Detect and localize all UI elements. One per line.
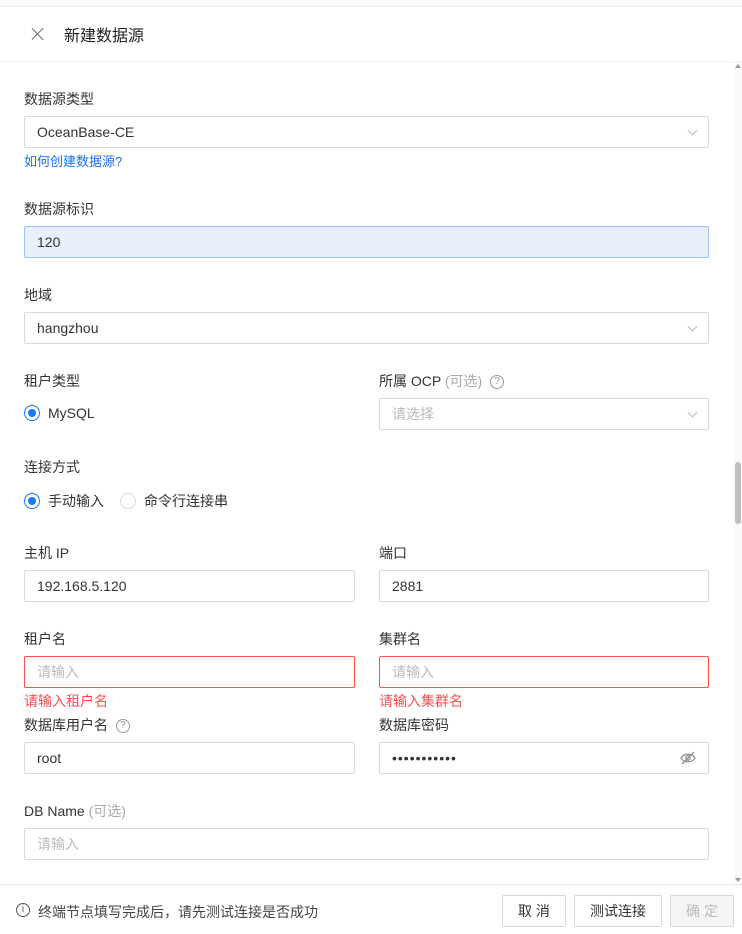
db-name-label-text: DB Name — [24, 803, 85, 819]
radio-dot — [120, 493, 136, 509]
ocp-select[interactable]: 请选择 — [379, 398, 709, 430]
cluster-name-input[interactable]: 请输入 — [379, 656, 709, 688]
region-select[interactable]: hangzhou — [24, 312, 709, 344]
ds-type-label: 数据源类型 — [24, 91, 94, 107]
cancel-button[interactable]: 取 消 — [502, 895, 566, 927]
db-user-label: 数据库用户名 ? — [24, 715, 130, 735]
db-name-optional: (可选) — [88, 803, 126, 819]
close-icon[interactable] — [28, 24, 48, 44]
radio-cmdline-label: 命令行连接串 — [144, 493, 228, 509]
db-password-input[interactable]: ••••••••••• — [379, 742, 709, 774]
question-circle-icon[interactable]: ? — [115, 719, 130, 734]
scrollbar[interactable] — [734, 62, 742, 884]
ds-id-label: 数据源标识 — [24, 201, 94, 217]
footer-tip: 终端节点填写完成后，请先测试连接是否成功 — [38, 904, 318, 920]
ocp-placeholder: 请选择 — [392, 406, 434, 422]
drawer-header: 新建数据源 — [0, 7, 742, 62]
test-connection-button[interactable]: 测试连接 — [574, 895, 662, 927]
radio-cmdline[interactable]: 命令行连接串 — [120, 491, 228, 511]
db-user-input[interactable]: root — [24, 742, 355, 774]
eye-invisible-icon[interactable] — [680, 751, 696, 765]
db-password-value: ••••••••••• — [392, 750, 457, 766]
radio-manual[interactable]: 手动输入 — [24, 491, 104, 511]
ds-type-select[interactable]: OceanBase-CE — [24, 116, 709, 148]
scroll-up-arrow[interactable] — [735, 64, 741, 68]
tenant-name-error: 请输入租户名 — [24, 693, 108, 709]
scrollbar-thumb[interactable] — [735, 462, 741, 524]
ocp-optional: (可选) — [444, 373, 483, 389]
radio-dot — [24, 493, 40, 509]
host-input[interactable]: 192.168.5.120 — [24, 570, 355, 602]
cluster-name-error: 请输入集群名 — [379, 693, 463, 709]
ocp-label-text: 所属 OCP — [379, 373, 441, 389]
port-input[interactable]: 2881 — [379, 570, 709, 602]
tenant-type-label: 租户类型 — [24, 373, 80, 389]
tenant-name-label: 租户名 — [24, 631, 66, 647]
ds-id-value: 120 — [37, 234, 61, 250]
question-circle-icon[interactable]: ? — [490, 375, 505, 390]
drawer-title: 新建数据源 — [64, 28, 145, 45]
info-circle-icon: i — [16, 903, 30, 917]
radio-manual-label: 手动输入 — [48, 493, 104, 509]
db-name-placeholder: 请输入 — [37, 836, 79, 852]
ds-id-input[interactable]: 120 — [24, 226, 709, 258]
host-label: 主机 IP — [24, 545, 70, 561]
cluster-name-placeholder: 请输入 — [392, 664, 434, 680]
ocp-label: 所属 OCP (可选) ? — [379, 371, 505, 391]
cluster-name-label: 集群名 — [379, 631, 421, 647]
host-value: 192.168.5.120 — [37, 578, 127, 594]
radio-mysql[interactable]: MySQL — [24, 405, 95, 421]
region-value: hangzhou — [37, 320, 99, 336]
scroll-down-arrow[interactable] — [735, 878, 741, 882]
window-top-strip — [0, 0, 742, 7]
ds-type-value: OceanBase-CE — [37, 124, 135, 140]
region-label: 地域 — [24, 287, 52, 303]
port-label: 端口 — [379, 545, 407, 561]
ok-button[interactable]: 确 定 — [670, 895, 734, 927]
tenant-name-input[interactable]: 请输入 — [24, 656, 355, 688]
db-user-value: root — [37, 750, 62, 766]
db-name-label: DB Name (可选) — [24, 801, 126, 821]
db-password-label: 数据库密码 — [379, 717, 449, 733]
port-value: 2881 — [392, 578, 424, 594]
drawer-footer: i 终端节点填写完成后，请先测试连接是否成功 取 消 测试连接 确 定 — [0, 884, 742, 934]
chevron-down-icon — [687, 125, 698, 136]
tenant-name-placeholder: 请输入 — [37, 664, 79, 680]
db-user-label-text: 数据库用户名 — [24, 717, 108, 733]
connect-mode-label: 连接方式 — [24, 459, 80, 475]
form-body: 数据源类型 OceanBase-CE 如何创建数据源? 数据源标识 120 地域… — [0, 62, 742, 884]
radio-mysql-label: MySQL — [48, 405, 95, 421]
radio-dot — [24, 405, 40, 421]
db-name-input[interactable]: 请输入 — [24, 828, 709, 860]
how-to-create-link[interactable]: 如何创建数据源? — [24, 151, 122, 170]
chevron-down-icon — [687, 407, 698, 418]
chevron-down-icon — [687, 321, 698, 332]
